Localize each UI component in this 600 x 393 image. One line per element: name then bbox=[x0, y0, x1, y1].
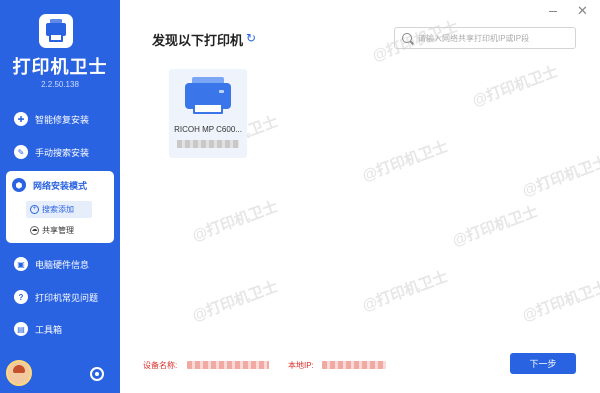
sidebar-subitem-label: 共享管理 bbox=[42, 226, 74, 235]
watermark-text: @打印机卫士 bbox=[360, 138, 451, 185]
watermark-text: @打印机卫士 bbox=[520, 153, 600, 200]
close-icon[interactable]: ✕ bbox=[577, 3, 588, 19]
watermark-text: @打印机卫士 bbox=[450, 203, 541, 250]
watermark-text: @打印机卫士 bbox=[360, 268, 451, 315]
sidebar-group-network: ⬢ 网络安装模式 + 搜索添加 ☁ 共享管理 bbox=[6, 171, 114, 243]
sidebar-item-label: 手动搜索安装 bbox=[35, 147, 90, 158]
sidebar-item-label: 网络安装模式 bbox=[33, 180, 88, 191]
sidebar-subitem-label: 搜索添加 bbox=[42, 205, 74, 214]
toolbox-icon: ▤ bbox=[14, 322, 28, 336]
sidebar-item-label: 智能修复安装 bbox=[35, 114, 90, 125]
search-icon bbox=[402, 33, 412, 43]
search-tool-icon: ✎ bbox=[14, 145, 28, 159]
page-title: 发现以下打印机 bbox=[152, 33, 244, 48]
hardware-icon: ▣ bbox=[14, 257, 28, 271]
sidebar-item-label: 打印机常见问题 bbox=[35, 292, 99, 303]
local-ip-redacted bbox=[322, 361, 386, 369]
cloud-icon: ☁ bbox=[30, 226, 39, 235]
printer-help-icon: ? bbox=[14, 290, 28, 304]
watermark-text: @打印机卫士 bbox=[520, 278, 600, 325]
search-add-icon: + bbox=[30, 205, 39, 214]
search-input[interactable] bbox=[418, 33, 568, 43]
app-version: 2.2.50.138 bbox=[41, 80, 79, 89]
app-title: 打印机卫士 bbox=[12, 57, 108, 77]
watermark-text: @打印机卫士 bbox=[190, 278, 281, 325]
sidebar-item-label: 工具箱 bbox=[35, 324, 63, 335]
printer-name: RICOH MP C600... bbox=[174, 125, 242, 134]
gear-icon[interactable] bbox=[90, 367, 104, 381]
device-name-label: 设备名称: bbox=[143, 361, 178, 370]
sidebar-item-label: 电脑硬件信息 bbox=[35, 259, 90, 270]
refresh-icon[interactable]: ↻ bbox=[246, 31, 256, 45]
local-ip-label: 本地IP: bbox=[288, 361, 314, 370]
printer-address-redacted bbox=[177, 140, 239, 148]
sidebar-item-hardware-info[interactable]: ▣ 电脑硬件信息 bbox=[8, 251, 112, 277]
watermark-text: @打印机卫士 bbox=[470, 63, 561, 110]
wrench-icon: ✚ bbox=[14, 112, 28, 126]
app-logo-icon bbox=[39, 14, 73, 48]
avatar[interactable] bbox=[6, 360, 32, 386]
sidebar: 打印机卫士 2.2.50.138 ✚ 智能修复安装 ✎ 手动搜索安装 ⬢ 网络安… bbox=[0, 0, 120, 393]
sidebar-subitem-share-manage[interactable]: ☁ 共享管理 bbox=[26, 222, 92, 239]
sidebar-subitem-search-add[interactable]: + 搜索添加 bbox=[26, 201, 92, 218]
watermark-text: @打印机卫士 bbox=[190, 198, 281, 245]
sidebar-item-network-install[interactable]: ⬢ 网络安装模式 bbox=[6, 174, 114, 196]
minimize-button[interactable] bbox=[549, 11, 557, 12]
printer-card[interactable]: RICOH MP C600... bbox=[169, 69, 247, 158]
sidebar-item-printer-faq[interactable]: ? 打印机常见问题 bbox=[8, 284, 112, 310]
sidebar-item-smart-repair[interactable]: ✚ 智能修复安装 bbox=[8, 106, 112, 132]
search-box bbox=[394, 27, 576, 49]
sidebar-item-toolbox[interactable]: ▤ 工具箱 bbox=[8, 316, 112, 342]
next-button[interactable]: 下一步 bbox=[510, 353, 576, 374]
device-name-redacted bbox=[187, 361, 269, 369]
sidebar-item-manual-search[interactable]: ✎ 手动搜索安装 bbox=[8, 139, 112, 165]
network-icon: ⬢ bbox=[12, 178, 26, 192]
